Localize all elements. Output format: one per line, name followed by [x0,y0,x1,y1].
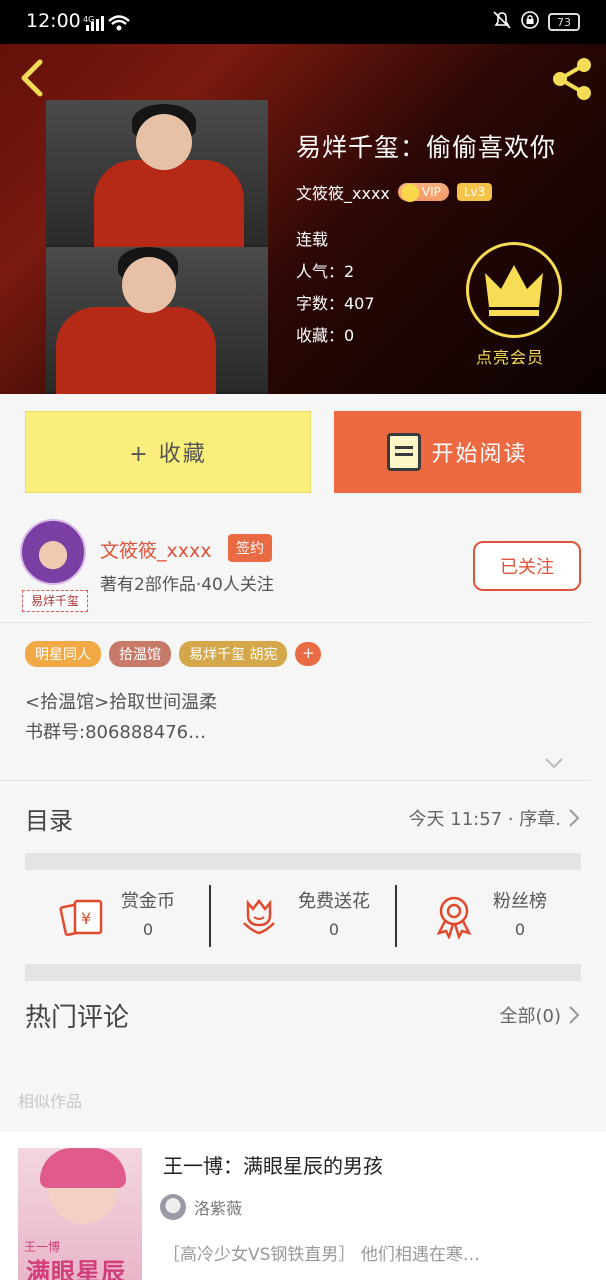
similar-book-cover: 王一博 满眼星辰 [18,1148,142,1280]
add-tag-button[interactable]: + [295,642,322,666]
section-separator [25,853,581,870]
reward-label: 粉丝榜 [493,891,547,912]
cover-photo-top [46,100,268,250]
author-avatar-small [160,1194,186,1220]
battery-indicator: 73 [548,13,580,31]
serial-status: 连载 [296,230,329,249]
member-button[interactable] [466,242,562,338]
author-name[interactable]: 文筱筱_xxxx [100,536,211,563]
reward-count: 0 [514,920,526,939]
word-count: 字数：407 [296,294,375,313]
tag-chip[interactable]: 明星同人 [25,641,101,667]
all-comments-link[interactable]: 全部(0) [500,1002,562,1028]
catalog-label: 目录 [25,806,73,835]
cover-photo-bottom [46,247,268,394]
reward-count: 0 [328,920,340,939]
chevron-left-icon [21,59,43,97]
chevron-right-icon [569,1006,580,1024]
reward-coins-button[interactable]: ¥ 赏金币 0 [25,885,209,947]
similar-book-description: ［高冷少女VS钢铁直男］ 他们相遇在寒… [163,1245,480,1265]
share-icon [553,58,591,100]
start-reading-button[interactable]: 开始阅读 [334,411,581,493]
book-title: 易烊千玺：偷偷喜欢你 [296,133,557,162]
svg-text:¥: ¥ [81,909,91,928]
book-header: 12:00 4G 73 易烊千玺：偷偷喜欢你 文筱筱_xxxx VIP Lv3 … [0,0,606,394]
expand-description-button[interactable] [543,752,565,774]
hot-comments-label: 热门评论 [25,1002,130,1033]
similar-works-label: 相似作品 [18,1092,83,1111]
collect-button[interactable]: + 收藏 [25,411,311,493]
fan-ranking-button[interactable]: 粉丝榜 0 [395,885,581,947]
send-flower-button[interactable]: 免费送花 0 [209,885,395,947]
similar-book-author: 洛紫薇 [160,1194,242,1220]
lock-circle-icon [520,10,540,34]
latest-chapter: 今天 11:57 · 序章. [408,809,561,830]
book-description: <拾温馆>拾取世间温柔 书群号:806888476… [25,688,217,748]
tag-chip[interactable]: 易烊千玺 胡宪 [179,641,288,667]
signal-wifi-icon: 4G [83,13,133,37]
chevron-right-icon [569,809,580,827]
money-envelope-icon: ¥ [59,899,103,937]
popularity: 人气：2 [296,262,355,281]
header-author-row: 文筱筱_xxxx VIP Lv3 [296,180,493,204]
chevron-down-icon [545,758,563,769]
section-separator [25,964,581,981]
description-line: 书群号:806888476… [25,722,207,743]
divider [0,780,590,781]
mute-bell-icon [492,10,512,34]
crown-icon [400,184,419,202]
member-label[interactable]: 点亮会员 [476,344,544,368]
favorites-count: 收藏：0 [296,326,355,345]
header-author-name[interactable]: 文筱筱_xxxx [296,180,390,204]
crown-icon [485,265,543,316]
catalog-row[interactable]: 目录 今天 11:57 · 序章. [25,798,581,838]
reward-label: 免费送花 [298,891,370,912]
book-meta: 连载 人气：2 字数：407 收藏：0 [296,224,375,352]
share-button[interactable] [548,55,596,103]
reward-count: 0 [142,920,154,939]
status-time: 12:00 [26,10,81,32]
divider [0,622,590,623]
follow-button[interactable]: 已关注 [473,541,581,591]
flower-icon [243,898,275,935]
book-cover[interactable] [46,100,268,394]
signed-badge: 签约 [228,534,272,562]
start-reading-label: 开始阅读 [431,442,528,467]
back-button[interactable] [14,56,50,100]
avatar-tag: 易烊千玺 [22,590,88,612]
ribbon-medal-icon [436,896,472,939]
hot-comments-row[interactable]: 热门评论 全部(0) [25,995,581,1035]
similar-book-title: 王一博：满眼星辰的男孩 [163,1154,383,1178]
level-badge: Lv3 [456,183,493,201]
author-avatar[interactable] [20,519,86,585]
reward-label: 赏金币 [121,891,175,912]
vip-badge: VIP [397,183,449,202]
book-icon [387,433,422,471]
rewards-bar: ¥ 赏金币 0 免费送花 0 粉丝榜 0 [25,885,581,947]
status-bar: 12:00 4G 73 [0,0,606,44]
description-line: <拾温馆>拾取世间温柔 [25,692,218,713]
similar-book-card[interactable]: 王一博 满眼星辰 王一博：满眼星辰的男孩 洛紫薇 ［高冷少女VS钢铁直男］ 他们… [0,1132,606,1280]
author-stats: 著有2部作品·40人关注 [100,575,274,595]
tag-list: 明星同人 拾温馆 易烊千玺 胡宪 + [25,641,322,667]
tag-chip[interactable]: 拾温馆 [109,641,171,667]
